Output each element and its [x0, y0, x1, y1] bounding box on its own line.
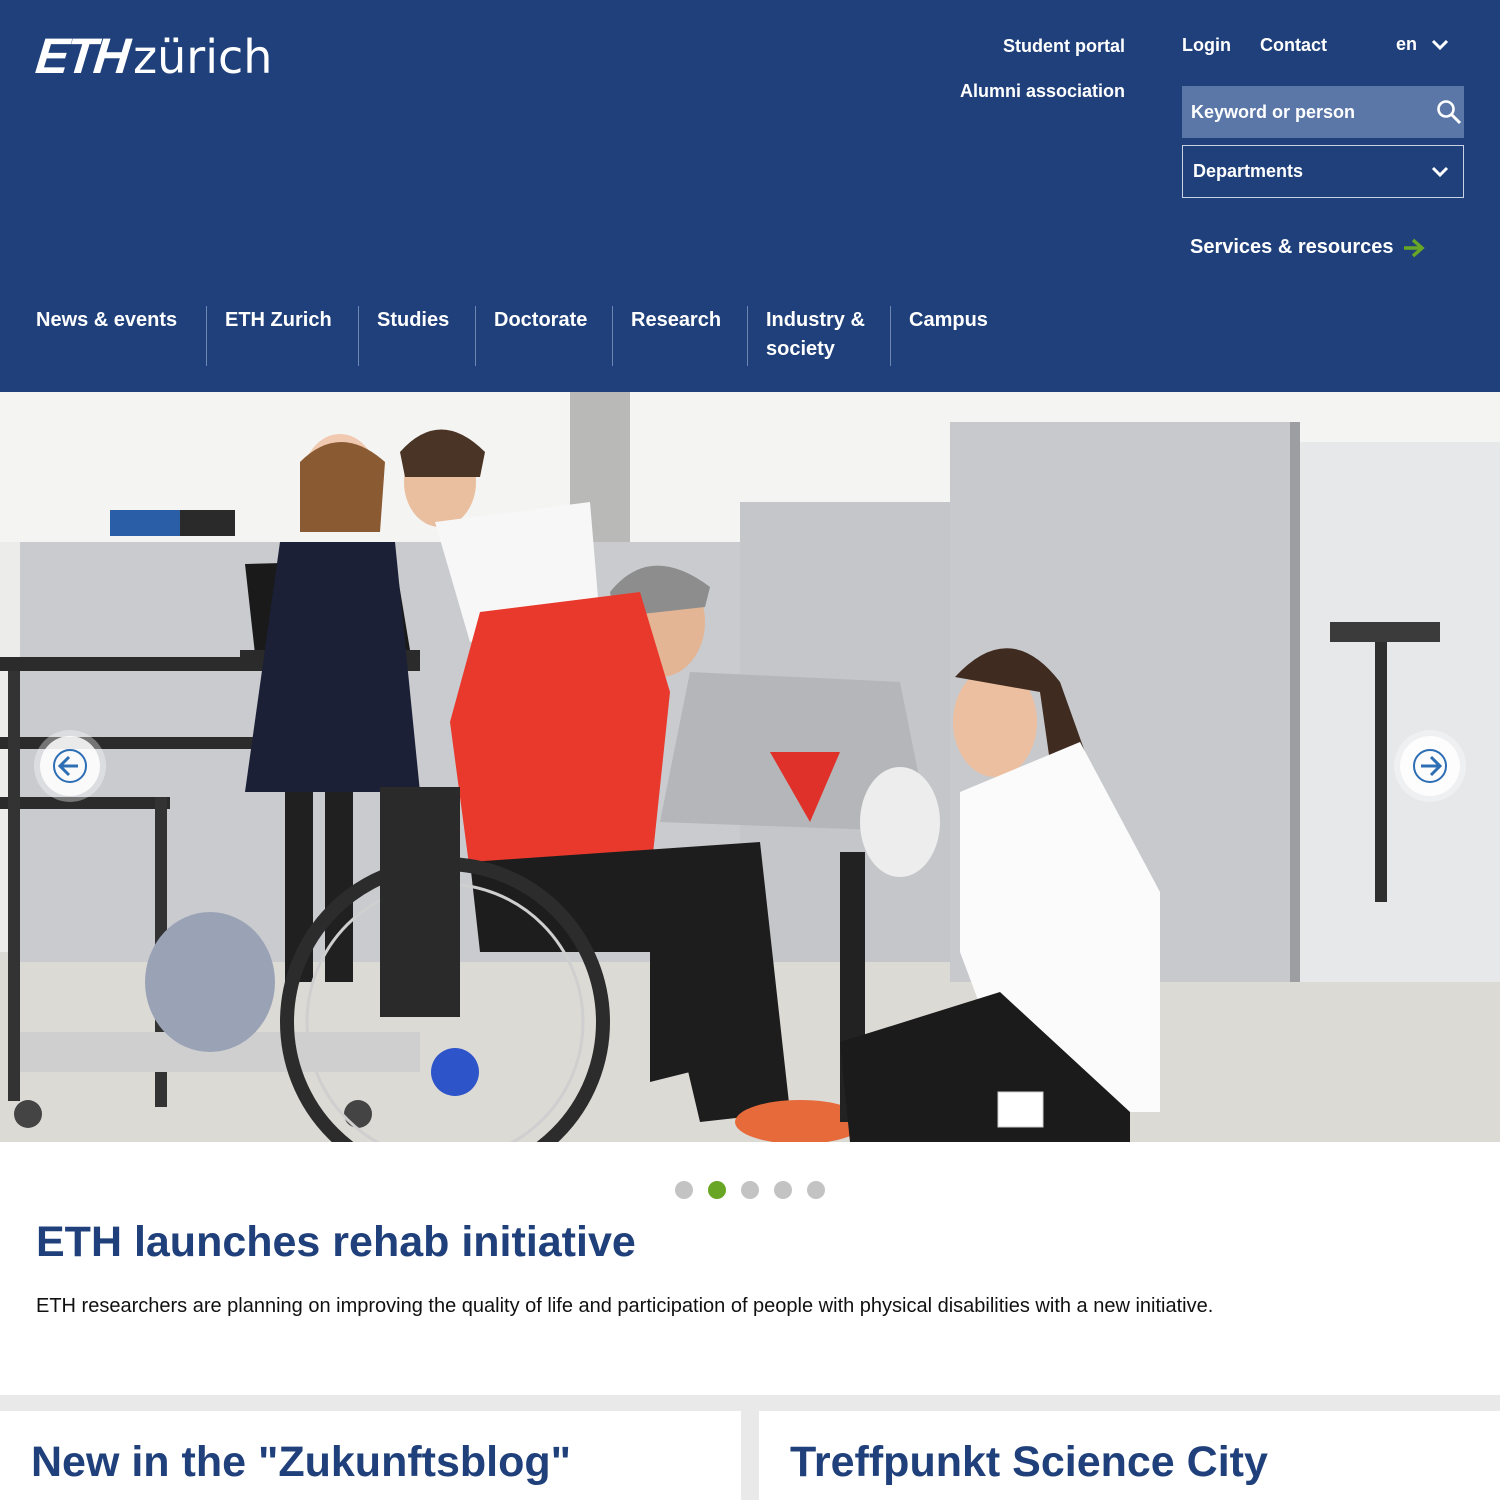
language-label: en	[1396, 34, 1418, 54]
nav-item-studies[interactable]: Studies	[377, 306, 475, 366]
nav-label-line2: society	[766, 338, 835, 360]
carousel-next-button[interactable]	[1400, 736, 1460, 796]
carousel-dot-5[interactable]	[807, 1181, 825, 1199]
search-button[interactable]	[1434, 86, 1464, 138]
carousel-dot-1[interactable]	[675, 1181, 693, 1199]
services-resources-link[interactable]: Services & resources	[1190, 236, 1426, 259]
nav-label: Campus	[909, 309, 988, 331]
site-header: ETHzürich Student portal Alumni associat…	[0, 0, 1500, 392]
arrow-left-icon	[53, 749, 87, 783]
carousel-dot-3[interactable]	[741, 1181, 759, 1199]
arrow-right-icon	[1404, 238, 1426, 257]
nav-separator	[358, 306, 359, 366]
chevron-down-icon	[1431, 39, 1449, 50]
nav-item-news-events[interactable]: News & events	[36, 306, 206, 366]
teaser-card-zukunftsblog[interactable]: New in the "Zukunftsblog"	[0, 1411, 741, 1500]
nav-label: News & events	[36, 309, 178, 331]
nav-separator	[475, 306, 476, 366]
student-portal-link[interactable]: Student portal	[1003, 36, 1125, 57]
nav-separator	[747, 306, 748, 366]
carousel-dot-4[interactable]	[774, 1181, 792, 1199]
logo-eth-text: ETH	[33, 28, 130, 84]
language-selector[interactable]: en	[1396, 34, 1449, 55]
departments-dropdown[interactable]: Departments	[1182, 145, 1464, 198]
nav-label: Studies	[377, 309, 450, 331]
nav-label: Industry &	[766, 309, 865, 331]
alumni-association-link[interactable]: Alumni association	[960, 81, 1125, 102]
search-input[interactable]	[1182, 85, 1434, 139]
nav-label: Doctorate	[494, 309, 588, 331]
nav-separator	[890, 306, 891, 366]
teaser-card-science-city[interactable]: Treffpunkt Science City	[759, 1411, 1500, 1500]
carousel-pagination	[675, 1181, 825, 1199]
carousel-dot-2[interactable]	[708, 1181, 726, 1199]
login-link[interactable]: Login	[1182, 35, 1231, 56]
carousel-teaser-text: ETH researchers are planning on improvin…	[36, 1295, 1214, 1317]
nav-item-eth-zurich[interactable]: ETH Zurich	[225, 306, 358, 366]
services-label: Services & resources	[1190, 236, 1394, 258]
nav-separator	[206, 306, 207, 366]
nav-item-research[interactable]: Research	[631, 306, 747, 366]
search-box	[1182, 85, 1464, 139]
nav-label: ETH Zurich	[225, 309, 332, 331]
carousel-hero-image	[0, 392, 1500, 1142]
lab-scene-illustration	[0, 392, 1500, 1142]
search-icon	[1437, 100, 1462, 125]
logo-zurich-text: zürich	[133, 30, 273, 84]
contact-link[interactable]: Contact	[1260, 35, 1327, 56]
card-title: Treffpunkt Science City	[790, 1438, 1268, 1486]
nav-item-doctorate[interactable]: Doctorate	[494, 306, 612, 366]
carousel-prev-button[interactable]	[40, 736, 100, 796]
carousel-headline[interactable]: ETH launches rehab initiative	[36, 1218, 636, 1267]
arrow-right-icon	[1413, 749, 1447, 783]
nav-label: Research	[631, 309, 722, 331]
nav-item-campus[interactable]: Campus	[909, 306, 1019, 366]
nav-separator	[612, 306, 613, 366]
card-title: New in the "Zukunftsblog"	[31, 1438, 572, 1486]
departments-label: Departments	[1193, 161, 1304, 181]
chevron-down-icon	[1431, 166, 1449, 177]
eth-zurich-logo[interactable]: ETHzürich	[33, 28, 273, 84]
nav-item-industry-society[interactable]: Industry & society	[766, 306, 890, 366]
